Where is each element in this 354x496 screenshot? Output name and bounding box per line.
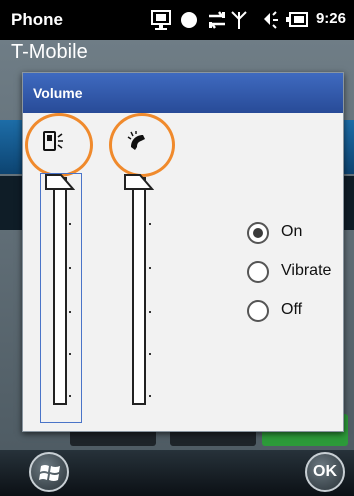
speaker-icon[interactable]	[260, 9, 282, 36]
slider-tick	[149, 267, 151, 269]
windows-start-icon	[39, 462, 61, 489]
ringer-volume-slider[interactable]	[132, 177, 146, 405]
ok-button[interactable]: OK	[305, 452, 345, 492]
ok-button-label: OK	[313, 463, 337, 480]
status-dot-icon[interactable]	[179, 9, 199, 34]
dialog-header: Volume	[23, 73, 343, 113]
slider-tick	[149, 395, 151, 397]
radio-on-button[interactable]	[247, 222, 269, 244]
signal-icon[interactable]	[230, 9, 248, 36]
radio-off-button[interactable]	[247, 300, 269, 322]
device-volume-slider[interactable]	[53, 177, 67, 405]
slider-tick	[69, 311, 71, 313]
slider-tick	[149, 311, 151, 313]
radio-off-label: Off	[281, 301, 303, 318]
slider-tick	[149, 353, 151, 355]
phone-ringer-icon	[125, 129, 151, 155]
slider-tick	[69, 223, 71, 225]
volume-dialog: Volume On Vibrate Off	[22, 72, 344, 432]
windows-start-button[interactable]	[29, 452, 69, 492]
radio-selected-dot	[253, 228, 263, 238]
carrier-name: T-Mobile	[11, 41, 88, 63]
radio-on-label: On	[281, 223, 303, 240]
device-volume-thumb[interactable]	[45, 173, 76, 191]
app-name: Phone	[11, 10, 63, 29]
slider-tick	[69, 267, 71, 269]
slider-tick	[69, 353, 71, 355]
radio-vibrate-label: Vibrate	[281, 262, 332, 279]
status-clock: 9:26	[315, 10, 346, 27]
slider-tick	[149, 223, 151, 225]
sync-arrows-icon[interactable]	[206, 9, 228, 36]
connection-icon[interactable]	[150, 9, 172, 36]
ringer-volume-thumb[interactable]	[124, 173, 155, 191]
status-bar: Phone 9:26	[0, 0, 354, 40]
battery-icon[interactable]	[285, 9, 309, 36]
dialog-title: Volume	[33, 85, 83, 101]
radio-vibrate-button[interactable]	[247, 261, 269, 283]
slider-tick	[69, 395, 71, 397]
device-volume-icon	[41, 129, 67, 155]
